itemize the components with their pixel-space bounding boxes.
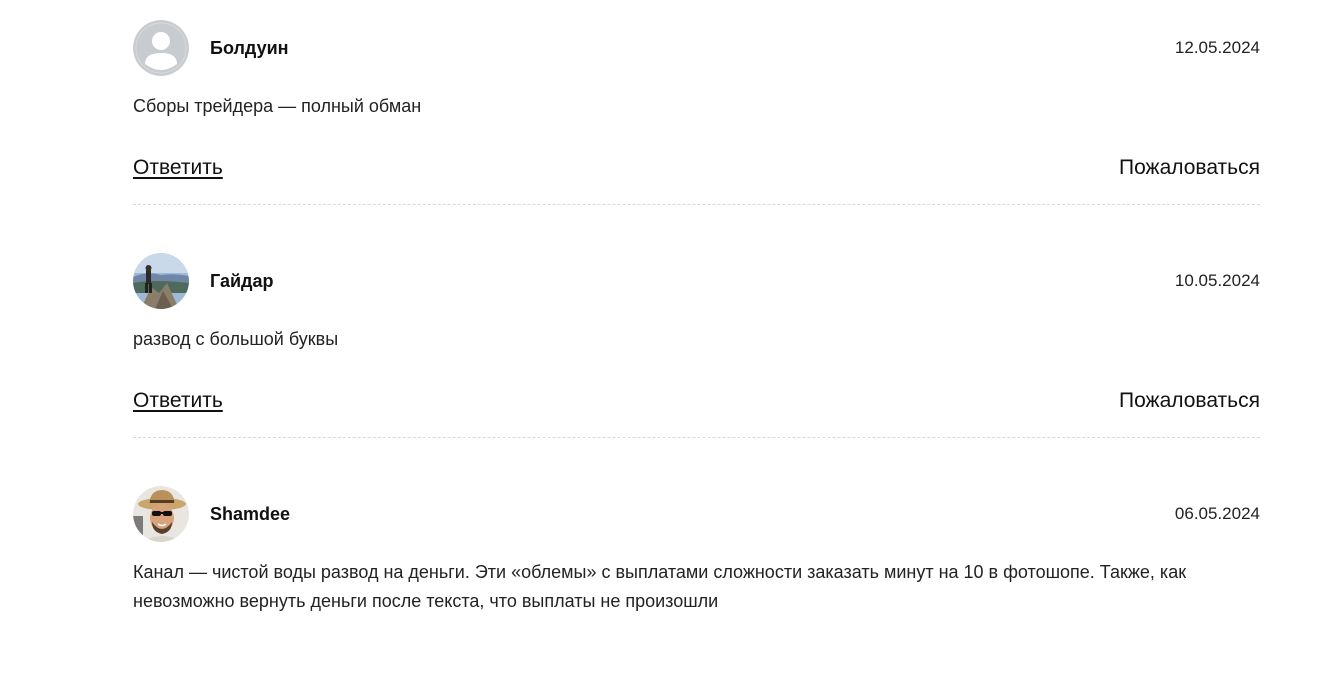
comment-header: Болдуин 12.05.2024	[133, 20, 1260, 76]
photo-avatar-man-hat-icon	[133, 486, 189, 542]
avatar	[133, 253, 189, 309]
comment-actions: Ответить Пожаловаться	[133, 154, 1260, 184]
comment-date: 10.05.2024	[1174, 271, 1260, 290]
comment-author: Гайдар	[210, 271, 274, 291]
comment-author: Болдуин	[210, 38, 289, 58]
comment-text: Канал — чистой воды развод на деньги. Эт…	[133, 562, 1187, 611]
comment-divider	[133, 204, 1260, 205]
avatar	[133, 486, 189, 542]
comment-author: Shamdee	[210, 504, 291, 524]
comment-text: развод с большой буквы	[133, 329, 339, 349]
comment-item: Болдуин 12.05.2024 Сборы трейдера — полн…	[133, 0, 1260, 233]
report-link[interactable]: Пожаловаться	[1119, 154, 1260, 182]
default-user-avatar-icon	[133, 20, 189, 76]
comment-actions: Ответить Пожаловаться	[133, 387, 1260, 417]
photo-avatar-mountain-icon	[133, 253, 189, 309]
comment-header: Shamdee 06.05.2024	[133, 486, 1260, 542]
reply-link[interactable]: Ответить	[133, 154, 223, 182]
comment-item: Shamdee 06.05.2024 Канал — чистой воды р…	[133, 466, 1260, 699]
comment-divider	[133, 437, 1260, 438]
avatar	[133, 20, 189, 76]
comment-item: Гайдар 10.05.2024 развод с большой буквы…	[133, 233, 1260, 466]
comments-list: Болдуин 12.05.2024 Сборы трейдера — полн…	[133, 0, 1260, 699]
comment-date: 12.05.2024	[1174, 38, 1260, 57]
reply-link[interactable]: Ответить	[133, 387, 223, 415]
comment-date: 06.05.2024	[1174, 504, 1260, 523]
comment-text: Сборы трейдера — полный обман	[133, 96, 422, 116]
report-link[interactable]: Пожаловаться	[1119, 387, 1260, 415]
comment-header: Гайдар 10.05.2024	[133, 253, 1260, 309]
